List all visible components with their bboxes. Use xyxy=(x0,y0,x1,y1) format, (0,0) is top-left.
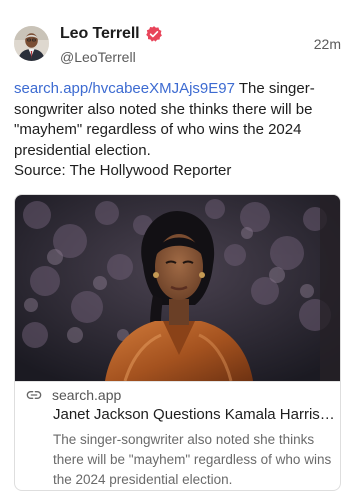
display-name-row: Leo Terrell xyxy=(60,24,163,44)
preview-domain-row: search.app xyxy=(26,387,121,403)
post-link[interactable]: search.app/hvcabeeXMJAjs9E97 xyxy=(14,80,235,97)
preview-domain: search.app xyxy=(52,387,122,403)
avatar[interactable] xyxy=(14,26,49,61)
author-names: Leo Terrell @LeoTerrell xyxy=(60,24,163,65)
post-header: Leo Terrell @LeoTerrell 22m xyxy=(14,22,341,66)
preview-description: The singer-songwriter also noted she thi… xyxy=(53,432,332,487)
verified-badge-icon xyxy=(145,26,162,42)
preview-image xyxy=(15,195,340,381)
post-text: search.app/hvcabeeXMJAjs9E97 The singer-… xyxy=(14,79,344,182)
preview-meta: search.app Janet Jackson Questions Kamal… xyxy=(15,381,340,490)
display-name[interactable]: Leo Terrell xyxy=(60,25,140,43)
avatar-image xyxy=(14,26,49,61)
preview-title[interactable]: Janet Jackson Questions Kamala Harris' R… xyxy=(53,406,335,423)
post: Leo Terrell @LeoTerrell 22m search.app/h… xyxy=(0,0,355,500)
post-source: Source: The Hollywood Reporter xyxy=(14,162,232,179)
post-timestamp: 22m xyxy=(313,36,341,52)
link-icon xyxy=(26,391,42,399)
link-preview-card[interactable]: search.app Janet Jackson Questions Kamal… xyxy=(14,194,341,491)
author-handle[interactable]: @LeoTerrell xyxy=(60,49,163,65)
